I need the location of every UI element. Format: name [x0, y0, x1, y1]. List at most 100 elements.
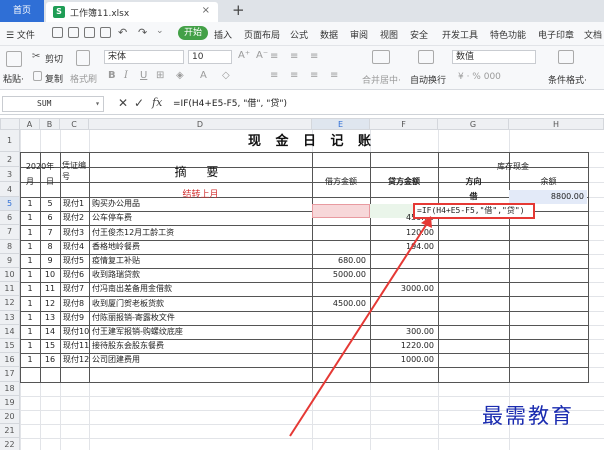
active-cell-e5[interactable]	[312, 204, 370, 218]
cell-summary[interactable]: 付王俊杰12月工龄工资	[89, 226, 312, 240]
cell-voucher[interactable]: 现付5	[60, 254, 89, 268]
paste-icon[interactable]	[6, 51, 22, 67]
select-all-corner[interactable]	[0, 118, 20, 130]
column-header-d[interactable]: D	[89, 118, 312, 130]
format-painter-icon[interactable]	[76, 50, 90, 66]
align-right-icon[interactable]: ≡	[310, 70, 318, 81]
font-size-select[interactable]: 10	[188, 50, 232, 64]
cell-voucher[interactable]: 现付4	[60, 240, 89, 254]
row-header-19[interactable]: 19	[0, 395, 20, 410]
row-header-11[interactable]: 11	[0, 282, 20, 297]
menu-item-security[interactable]: 安全	[410, 28, 428, 41]
menu-item-docs[interactable]: 文档	[584, 28, 602, 41]
row-header-5[interactable]: 5	[0, 197, 20, 212]
cell-voucher[interactable]: 现付11	[60, 339, 89, 353]
chevron-down-icon[interactable]: ⌄	[156, 26, 164, 36]
cell-summary[interactable]: 购买办公用品	[89, 197, 312, 211]
row-header-10[interactable]: 10	[0, 268, 20, 283]
bold-button[interactable]: B	[108, 70, 116, 81]
cell-month[interactable]: 1	[20, 268, 40, 282]
row-header-22[interactable]: 22	[0, 438, 20, 450]
cell-summary[interactable]: 香格地岭餐费	[89, 240, 312, 254]
cell-day[interactable]: 9	[40, 254, 60, 268]
font-shrink-button[interactable]: A⁻	[256, 50, 268, 61]
menu-item-formulas[interactable]: 公式	[290, 28, 308, 41]
italic-button[interactable]: I	[124, 70, 128, 81]
font-color-icon[interactable]: A	[200, 70, 207, 81]
cell-voucher[interactable]: 现付7	[60, 282, 89, 296]
cell-day[interactable]: 8	[40, 240, 60, 254]
cell-day[interactable]: 14	[40, 325, 60, 339]
cell-month[interactable]: 1	[20, 311, 40, 325]
formula-edit-popup[interactable]: =IF(H4+E5-F5,"借","贷")	[413, 203, 535, 219]
column-header-b[interactable]: B	[40, 118, 60, 130]
row-header-12[interactable]: 12	[0, 296, 20, 311]
row-header-20[interactable]: 20	[0, 410, 20, 425]
column-header-g[interactable]: G	[438, 118, 509, 130]
cell-debit[interactable]: 5000.00	[312, 268, 370, 282]
confirm-formula-button[interactable]: ✓	[134, 96, 144, 110]
tab-home[interactable]: 首页	[0, 0, 44, 22]
cell-month[interactable]: 1	[20, 254, 40, 268]
redo-icon[interactable]: ↷	[138, 26, 147, 39]
menu-item-e-seal[interactable]: 电子印章	[538, 28, 574, 41]
cell-voucher[interactable]: 现付3	[60, 226, 89, 240]
copy-icon[interactable]	[33, 71, 42, 81]
cell-day[interactable]: 10	[40, 268, 60, 282]
fill-color-icon[interactable]: ◈	[176, 70, 184, 81]
wrap-text-button[interactable]: 自动换行	[410, 73, 446, 86]
column-header-h[interactable]: H	[509, 118, 604, 130]
cell-voucher[interactable]: 现付1	[60, 197, 89, 211]
row-header-6[interactable]: 6	[0, 211, 20, 226]
align-middle-icon[interactable]: ≡	[290, 51, 298, 62]
tab-workbook[interactable]: S 工作簿11.xlsx ×	[46, 2, 218, 22]
menu-item-features[interactable]: 特色功能	[490, 28, 526, 41]
row-header-21[interactable]: 21	[0, 424, 20, 439]
cell-month[interactable]: 1	[20, 297, 40, 311]
border-icon[interactable]: ⊞	[156, 70, 164, 81]
row-header-9[interactable]: 9	[0, 253, 20, 268]
number-format-select[interactable]: 数值	[452, 50, 536, 64]
copy-button[interactable]: 复制	[45, 72, 63, 85]
cell-debit[interactable]: 4500.00	[312, 297, 370, 311]
row-header-17[interactable]: 17	[0, 367, 20, 382]
row-header-16[interactable]: 16	[0, 353, 20, 368]
currency-format-buttons[interactable]: ¥ · % 000	[458, 72, 501, 82]
formula-input[interactable]: =IF(H4+E5-F5, "借", "贷")	[168, 95, 600, 113]
cell-summary[interactable]: 疫情复工补贴	[89, 254, 312, 268]
file-menu[interactable]: ☰ 文件	[6, 28, 35, 41]
cell-month[interactable]: 1	[20, 211, 40, 225]
cell-voucher[interactable]: 现付6	[60, 268, 89, 282]
cell-month[interactable]: 1	[20, 240, 40, 254]
cell-summary[interactable]: 付王建军报销-购螺纹底座	[89, 325, 312, 339]
cell-voucher[interactable]: 现付10	[60, 325, 89, 339]
row-header-8[interactable]: 8	[0, 239, 20, 254]
underline-button[interactable]: U	[140, 70, 147, 81]
row-header-13[interactable]: 13	[0, 310, 20, 325]
menu-item-developer[interactable]: 开发工具	[442, 28, 478, 41]
cell-summary[interactable]: 付冯南出差备用金借款	[89, 282, 312, 296]
cut-button[interactable]: 剪切	[45, 52, 63, 65]
row-header-3[interactable]: 3	[0, 167, 20, 182]
cell-credit[interactable]: 3000.00	[370, 282, 438, 296]
cell-voucher[interactable]: 现付2	[60, 211, 89, 225]
wrap-text-icon[interactable]	[418, 50, 434, 64]
cell-voucher[interactable]: 现付9	[60, 311, 89, 325]
menu-item-insert[interactable]: 插入	[214, 28, 232, 41]
row-header-2[interactable]: 2	[0, 152, 20, 167]
cell-day[interactable]: 7	[40, 226, 60, 240]
row-header-1[interactable]: 1	[0, 130, 20, 152]
name-box[interactable]: SUM ▾	[2, 96, 104, 112]
cell-voucher[interactable]: 现付12	[60, 353, 89, 367]
cell-summary[interactable]: 收到路瑞贷款	[89, 268, 312, 282]
cell-debit[interactable]: 680.00	[312, 254, 370, 268]
row-header-4[interactable]: 4	[0, 182, 20, 197]
cell-summary[interactable]: 付陈丽报销-寄露枚文件	[89, 311, 312, 325]
column-header-a[interactable]: A	[20, 118, 40, 130]
font-grow-button[interactable]: A⁺	[238, 50, 250, 61]
undo-icon[interactable]: ↶	[118, 26, 127, 39]
cell-day[interactable]: 11	[40, 282, 60, 296]
align-bottom-icon[interactable]: ≡	[310, 51, 318, 62]
align-left-icon[interactable]: ≡	[270, 70, 278, 81]
align-center-icon[interactable]: ≡	[290, 70, 298, 81]
